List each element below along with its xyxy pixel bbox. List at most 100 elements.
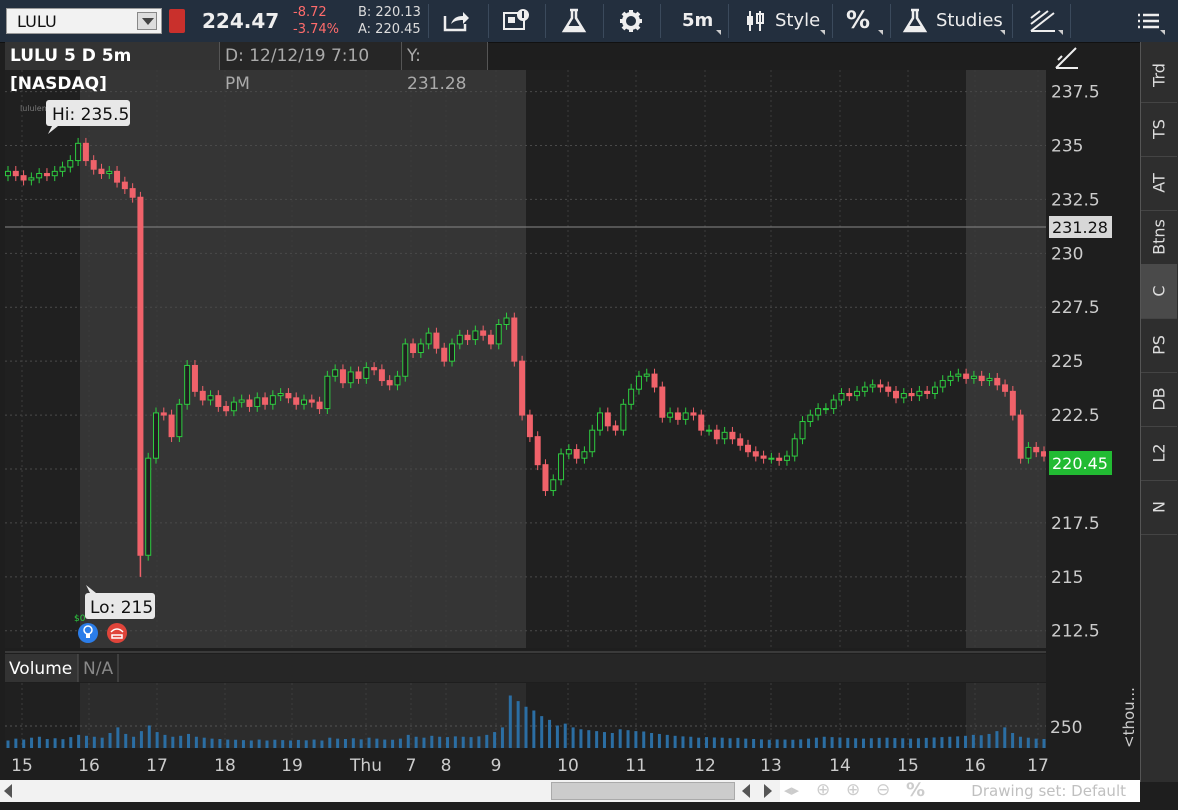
volume-bar: [924, 737, 928, 748]
volume-bar: [226, 739, 230, 748]
candle-body: [254, 397, 261, 407]
candle-body: [441, 347, 448, 362]
extended-hours-shading: [80, 683, 526, 748]
menu-icon[interactable]: [1136, 8, 1162, 34]
volume-bar: [861, 738, 865, 748]
candle-body: [908, 393, 915, 397]
news-icon[interactable]: [500, 8, 532, 34]
side-tab-label: N: [1149, 501, 1169, 513]
candle-body: [604, 412, 611, 427]
candle-body: [215, 395, 222, 407]
timeframe-selector[interactable]: 5m: [682, 10, 713, 31]
volume-bar: [398, 738, 402, 748]
phone-icon[interactable]: [107, 623, 127, 643]
scroll-left-icon[interactable]: [4, 784, 12, 798]
time-tick-label: 14: [829, 756, 851, 776]
horizontal-scrollbar[interactable]: [0, 780, 780, 802]
candle-body: [931, 386, 938, 395]
candle-body: [316, 401, 323, 410]
zoom-in-icon[interactable]: ⊕: [846, 780, 860, 800]
drawing-icon[interactable]: [1028, 8, 1058, 34]
percent-icon[interactable]: %: [906, 779, 925, 801]
side-tab-label: Btns: [1149, 219, 1169, 255]
style-button[interactable]: Style: [775, 10, 820, 31]
side-tab-at[interactable]: AT: [1141, 156, 1177, 211]
volume-bar: [814, 737, 818, 748]
price-tick-label: 230: [1051, 244, 1083, 264]
symbol-text: LULU: [17, 12, 57, 31]
candle-body: [12, 170, 19, 177]
candle-body: [487, 334, 494, 345]
time-tick-label: 19: [281, 756, 303, 776]
scroll-back-icon[interactable]: [742, 784, 750, 798]
candle-body: [332, 369, 339, 377]
side-tab-l2[interactable]: L2: [1141, 426, 1177, 481]
scroll-thumb[interactable]: [551, 782, 735, 800]
candle-body: [893, 390, 899, 399]
volume-bar: [979, 735, 983, 748]
gear-icon[interactable]: [615, 8, 647, 34]
price-tick-label: 212.5: [1051, 622, 1100, 642]
side-tab-trd[interactable]: Trd: [1141, 48, 1177, 103]
volume-bar: [971, 734, 975, 748]
candle-body: [363, 367, 370, 379]
volume-bar: [61, 739, 65, 748]
volume-bar: [30, 737, 34, 748]
candle-body: [721, 431, 728, 440]
symbol-dropdown-button[interactable]: [137, 12, 157, 30]
percent-button[interactable]: %: [846, 6, 870, 34]
alert-flag-icon[interactable]: [169, 9, 185, 33]
candle-body: [838, 393, 845, 401]
candle-body: [1033, 446, 1040, 453]
candle-body: [371, 367, 378, 371]
zoom-out-icon[interactable]: ⊖: [876, 780, 890, 800]
expand-icon[interactable]: ◂▸: [784, 781, 799, 799]
candle-body: [628, 388, 635, 405]
time-tick-label: 10: [557, 756, 579, 776]
candle-body: [433, 332, 440, 349]
volume-bar: [304, 740, 308, 748]
share-icon[interactable]: [440, 8, 472, 34]
time-tick-label: 13: [760, 756, 782, 776]
candle-body: [495, 323, 502, 345]
scroll-right-icon[interactable]: [764, 784, 772, 798]
divider: [890, 4, 891, 38]
volume-bar: [854, 738, 858, 748]
volume-bar: [108, 733, 112, 748]
pen-icon[interactable]: [1055, 47, 1078, 69]
candle-body: [449, 343, 455, 362]
volume-bar: [869, 738, 873, 748]
chart-title: LULU 5 D 5m [NASDAQ]: [5, 42, 220, 94]
side-tab-c[interactable]: C: [1141, 264, 1177, 319]
chevron-down-icon: [878, 30, 883, 35]
price-chart[interactable]: lululemon Hi: 235.5 Lo: 215 $0 237.52352…: [0, 42, 1140, 780]
candle-body: [386, 380, 393, 386]
volume-bar: [736, 737, 740, 748]
studies-button[interactable]: Studies: [936, 10, 1003, 31]
candle-body: [402, 343, 409, 377]
volume-bar: [673, 735, 677, 748]
symbol-input[interactable]: LULU: [6, 8, 162, 34]
volume-bar: [69, 737, 73, 748]
price-tick-label: 217.5: [1051, 514, 1100, 534]
candle-body: [978, 375, 985, 382]
side-tab-db[interactable]: DB: [1141, 372, 1177, 427]
volume-bar: [626, 730, 630, 748]
candle-body: [612, 425, 619, 431]
candle-body: [947, 375, 954, 382]
candle-body: [830, 399, 837, 410]
volume-bar: [508, 695, 512, 748]
lightbulb-icon[interactable]: [78, 623, 98, 643]
divider: [832, 4, 833, 38]
drawing-set-label[interactable]: Drawing set: Default: [971, 782, 1126, 800]
candle-body: [807, 414, 814, 423]
side-tab-ps[interactable]: PS: [1141, 318, 1177, 373]
volume-bar: [375, 738, 379, 748]
studies-flask-icon[interactable]: [902, 8, 928, 34]
flask-icon[interactable]: [558, 8, 590, 34]
side-tab-btns[interactable]: Btns: [1141, 210, 1177, 265]
side-tab-n[interactable]: N: [1141, 480, 1177, 535]
style-icon[interactable]: [743, 8, 767, 34]
side-tab-ts[interactable]: TS: [1141, 102, 1177, 157]
crosshair-icon[interactable]: ⊕: [816, 780, 830, 800]
